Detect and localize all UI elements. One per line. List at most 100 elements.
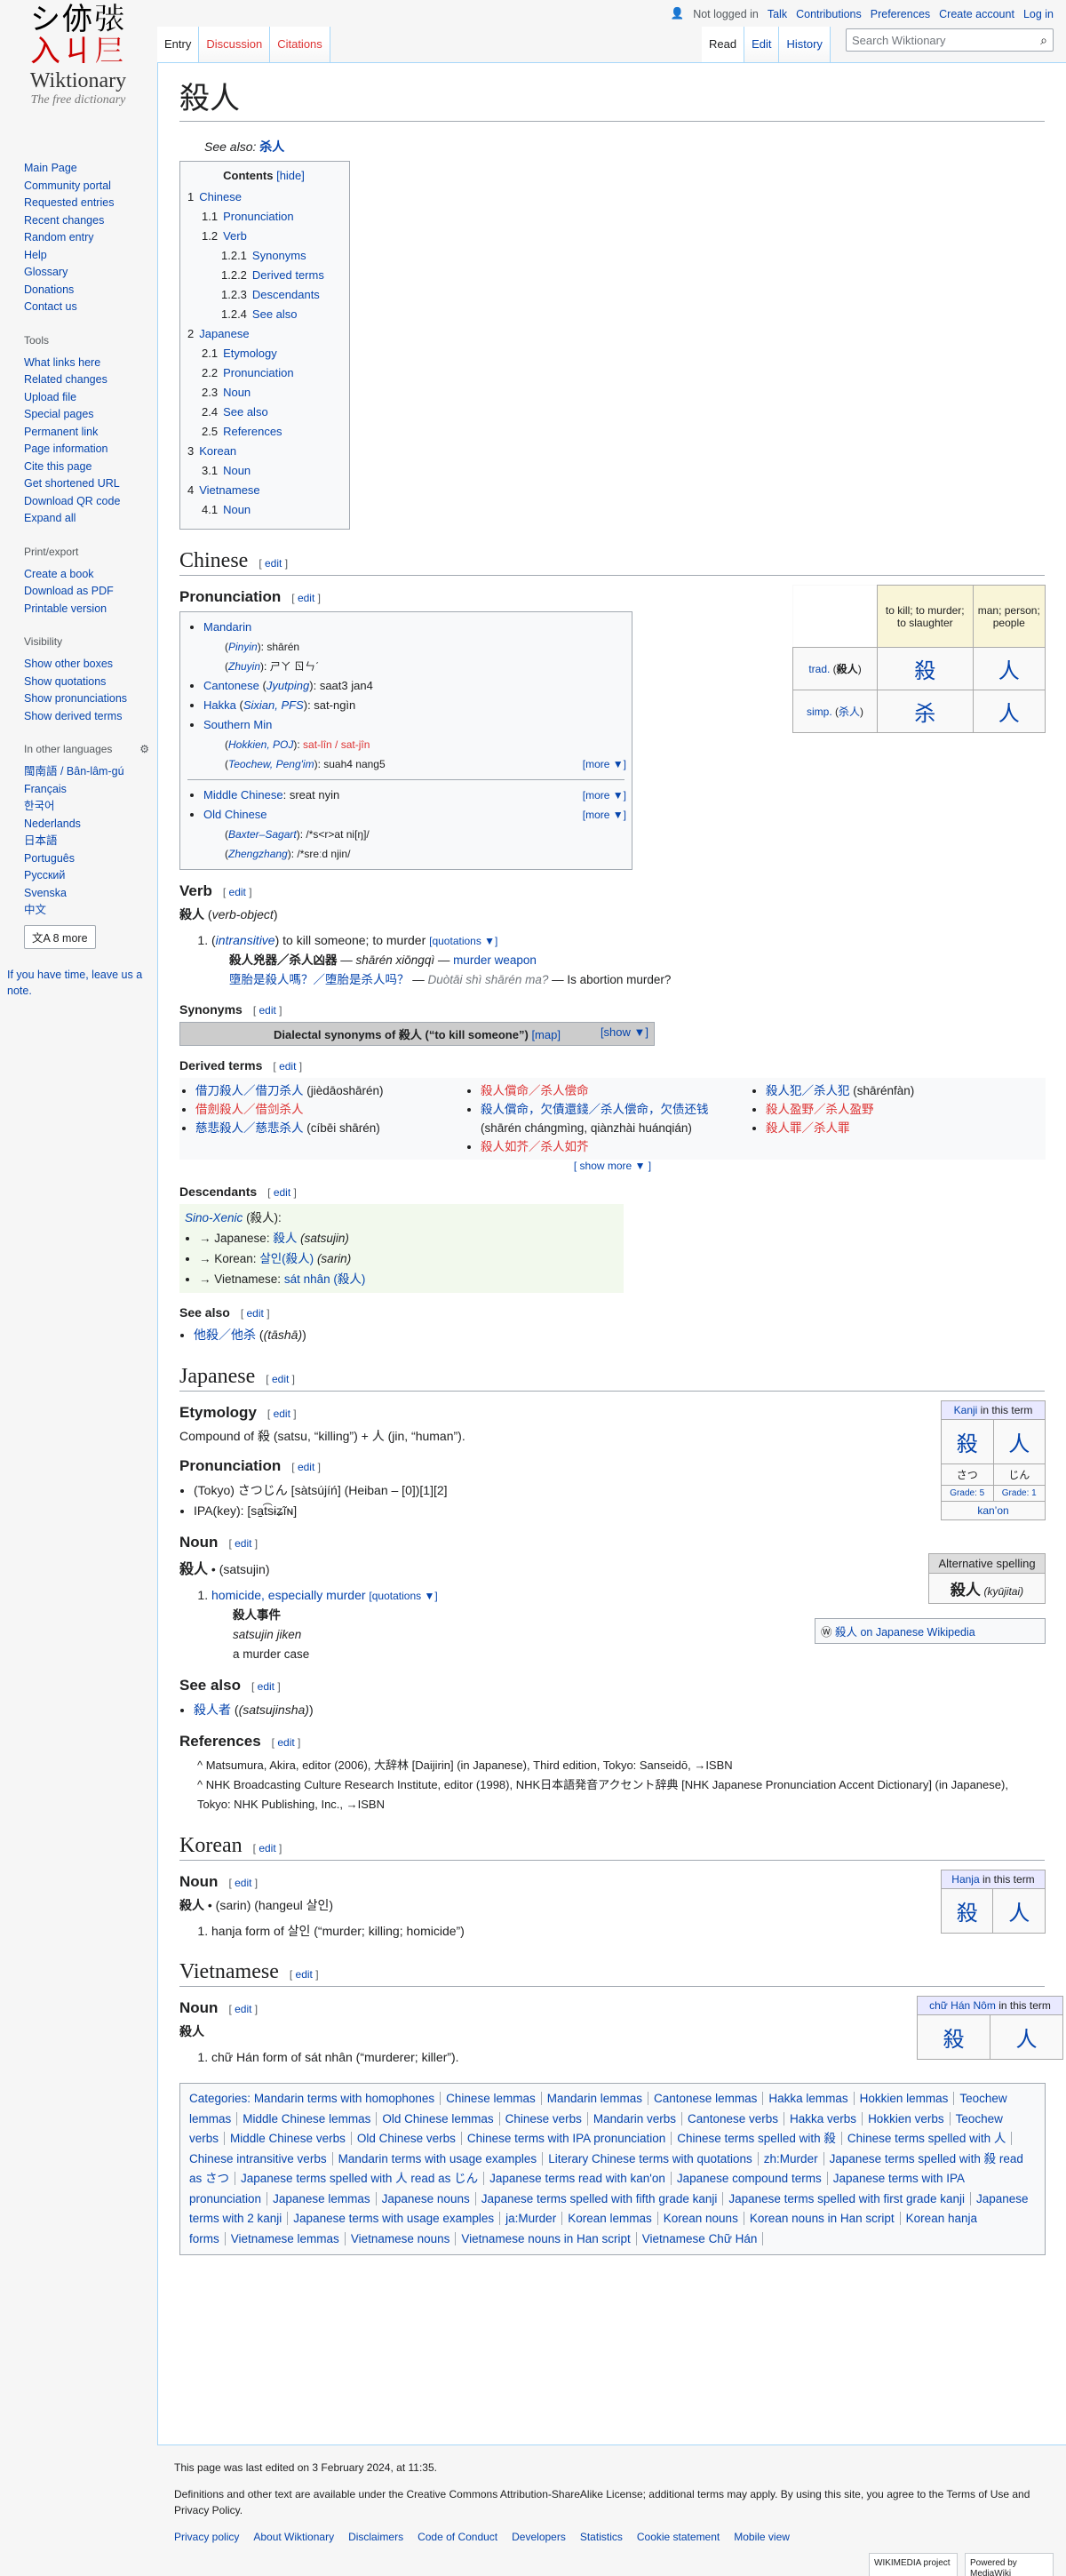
sidebar-visibility-link[interactable]: Show derived terms [24,710,122,722]
sidebar-lang-link[interactable]: 閩南語 / Bân-lâm-gú [24,765,124,778]
sidebar-lang-item[interactable]: 閩南語 / Bân-lâm-gú [24,763,156,781]
footer-link[interactable]: Mobile view [734,2529,790,2545]
mediawiki-badge[interactable]: Powered by MediaWiki [965,2553,1054,2576]
edit-link[interactable]: edit [247,1307,264,1320]
category-link[interactable]: Japanese lemmas [273,2191,377,2205]
derived-term[interactable]: 殺人償命／杀人偿命 [481,1081,746,1100]
derived-term[interactable]: 殺人罪／杀人罪 [766,1119,1031,1137]
footer-link[interactable]: Developers [512,2529,566,2545]
sidebar-nav-item[interactable]: Glossary [24,264,156,282]
preferences-link[interactable]: Preferences [871,8,930,20]
sidebar-tool-link[interactable]: Related changes [24,373,107,386]
category-link[interactable]: Chinese terms spelled with 人 [847,2132,1013,2145]
category-link[interactable]: Hokkien lemmas [859,2092,955,2105]
sidebar-print-link[interactable]: Create a book [24,568,94,580]
footer-link[interactable]: Disclaimers [348,2529,403,2545]
sidebar-nav-link[interactable]: Contact us [24,300,77,313]
sidebar-tool-link[interactable]: Special pages [24,408,94,420]
sidebar-lang-link[interactable]: Português [24,852,75,865]
edit-link[interactable]: edit [279,1060,296,1073]
search-input[interactable]: Search Wiktionary ⌕ [846,28,1054,52]
sidebar-print-item[interactable]: Printable version [24,601,156,618]
derived-term-link[interactable]: 借劍殺人／借剑杀人 [195,1103,304,1116]
wikipedia-box[interactable]: Ⓦ 殺人 on Japanese Wikipedia [815,1618,1046,1644]
tab-citations[interactable]: Citations [270,27,330,62]
toc-link[interactable]: Noun [223,386,251,399]
toc-link[interactable]: Derived terms [252,268,324,282]
toc-item[interactable]: 3 Korean [187,442,340,461]
tab-entry[interactable]: Entry [157,27,200,62]
footer-link[interactable]: Code of Conduct [418,2529,497,2545]
search-icon[interactable]: ⌕ [1040,33,1047,48]
leave-note-link[interactable]: If you have time, leave us a note. [7,967,149,999]
category-link[interactable]: Chinese intransitive verbs [189,2151,333,2165]
toc-item[interactable]: 4.1 Noun [187,500,340,520]
sidebar-lang-item[interactable]: Português [24,850,156,868]
old-chinese-link[interactable]: Old Chinese [203,808,267,821]
sidebar-tool-link[interactable]: Permanent link [24,426,98,438]
toc-item[interactable]: 2.1 Etymology [187,344,340,363]
kanji-char-2[interactable]: 人 [992,1419,1046,1464]
category-link[interactable]: zh:Murder [763,2151,824,2165]
sidebar-tool-link[interactable]: Page information [24,443,108,455]
toc-link[interactable]: Pronunciation [223,210,294,223]
category-link[interactable]: Middle Chinese lemmas [243,2111,378,2125]
sidebar-nav-link[interactable]: Requested entries [24,196,114,209]
edit-link[interactable]: edit [229,886,246,898]
teochew-link[interactable]: Teochew, Peng'im [228,758,314,770]
toc-link[interactable]: Korean [199,444,236,458]
category-link[interactable]: Chinese terms spelled with 殺 [677,2132,842,2145]
descendant-word[interactable]: 살인(殺人) [259,1252,314,1265]
see-also-term[interactable]: 他殺／他杀 [194,1328,256,1342]
category-link[interactable]: Vietnamese Chữ Hán [641,2231,764,2245]
sidebar-print-link[interactable]: Printable version [24,602,107,615]
sidebar-tool-item[interactable]: Related changes [24,371,156,389]
derived-term-link[interactable]: 殺人償命，欠債還錢／杀人偿命，欠债还钱 [481,1103,709,1116]
sidebar-nav-item[interactable]: Random entry [24,229,156,247]
hakka-system-link[interactable]: Sixian, PFS [243,698,304,712]
derived-term[interactable]: 殺人犯／杀人犯 (shārénfàn) [766,1081,1031,1100]
sidebar-nav-item[interactable]: Help [24,247,156,265]
trad-link[interactable]: trad. [808,663,830,675]
sidebar-nav-item[interactable]: Contact us [24,299,156,316]
cantonese-link[interactable]: Cantonese [203,679,259,692]
category-link[interactable]: Hakka verbs [790,2111,863,2125]
toc-link[interactable]: Descendants [252,288,320,301]
category-link[interactable]: Japanese terms spelled with 人 read as じん [241,2172,485,2185]
category-link[interactable]: Chinese lemmas [446,2092,542,2105]
sidebar-nav-item[interactable]: Community portal [24,178,156,195]
sidebar-lang-item[interactable]: 한국어 [24,798,156,816]
category-link[interactable]: Japanese terms spelled with fifth grade … [481,2191,724,2205]
toc-link[interactable]: Japanese [199,327,249,340]
edit-link[interactable]: edit [235,1877,251,1889]
tab-history[interactable]: History [779,27,831,62]
toc-item[interactable]: 4 Vietnamese [187,481,340,500]
toc-item[interactable]: 2.5 References [187,422,340,442]
category-link[interactable]: Korean lemmas [568,2212,658,2225]
pinyin-link[interactable]: Pinyin [228,641,258,653]
edit-link[interactable]: edit [259,1004,275,1017]
wikimedia-badge[interactable]: WIKIMEDIA project [869,2553,958,2576]
category-link[interactable]: Korean nouns in Han script [749,2212,901,2225]
sidebar-lang-item[interactable]: 日本語 [24,833,156,850]
southern-min-link[interactable]: Southern Min [203,718,272,731]
sidebar-tool-item[interactable]: Expand all [24,510,156,528]
derived-term-link[interactable]: 殺人盈野／杀人盈野 [766,1103,874,1116]
map-link[interactable]: [map] [531,1028,561,1041]
toc-item[interactable]: 1.2.2 Derived terms [187,266,340,285]
see-also-term[interactable]: 殺人者 [194,1703,231,1717]
toc-link[interactable]: Verb [223,229,247,243]
toc-link[interactable]: See also [223,405,268,419]
category-link[interactable]: Vietnamese lemmas [230,2231,346,2245]
edit-link[interactable]: edit [274,1408,290,1420]
wikipedia-link[interactable]: 殺人 on Japanese Wikipedia [835,1626,975,1639]
category-link[interactable]: Mandarin verbs [593,2111,682,2125]
kanji-char-1[interactable]: 殺 [941,1419,994,1464]
edit-link[interactable]: edit [259,1842,275,1854]
wiktionary-logo[interactable]: シ㑊𢏾 入ㄐ𡰥 Wiktionary The free dictionary [0,0,156,142]
category-link[interactable]: Japanese terms with usage examples [293,2212,501,2225]
derived-term[interactable]: 借刀殺人／借刀杀人 (jièdāoshārén) [195,1081,461,1100]
category-link[interactable]: Mandarin terms with homophones [253,2092,442,2105]
tab-read[interactable]: Read [702,27,745,62]
show-toggle[interactable]: [show ▼] [601,1025,648,1039]
